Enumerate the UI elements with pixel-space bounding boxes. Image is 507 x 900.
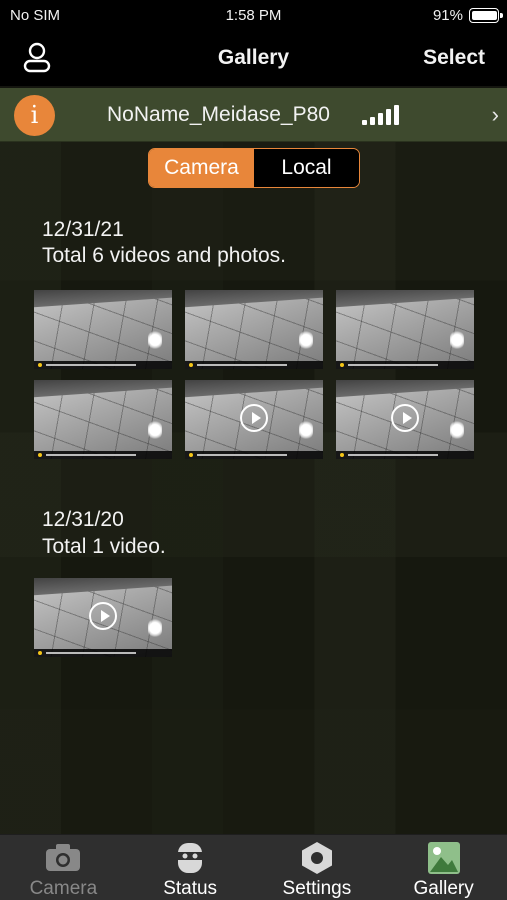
photo-thumbnail[interactable] — [336, 290, 474, 369]
status-bar: No SIM 1:58 PM 91% — [0, 0, 507, 32]
battery-icon — [469, 8, 503, 23]
tab-bar: Camera Status Settings Gallery — [0, 834, 507, 900]
segment-camera[interactable]: Camera — [149, 149, 254, 187]
photo-thumbnail[interactable] — [34, 380, 172, 459]
group-date: 12/31/20 — [42, 508, 124, 531]
group-date: 12/31/21 — [42, 218, 124, 241]
group-total: Total 6 videos and photos. — [42, 244, 287, 267]
status-icon — [178, 843, 203, 873]
source-segmented-control: Camera Local — [148, 148, 360, 188]
camera-icon — [46, 844, 81, 871]
tab-gallery[interactable]: Gallery — [380, 835, 507, 900]
device-bar[interactable]: i NoName_Meidase_P80 › — [0, 88, 507, 142]
tab-status[interactable]: Status — [127, 835, 254, 900]
photo-thumbnail[interactable] — [34, 290, 172, 369]
video-thumbnail[interactable] — [185, 380, 323, 459]
chevron-right-icon[interactable]: › — [492, 102, 499, 128]
group-total: Total 1 video. — [42, 535, 166, 558]
play-icon — [89, 602, 117, 630]
settings-icon — [301, 842, 332, 874]
video-thumbnail[interactable] — [336, 380, 474, 459]
tab-label: Status — [163, 878, 218, 899]
device-name: NoName_Meidase_P80 — [107, 103, 330, 126]
tab-label: Camera — [29, 878, 98, 899]
signal-strength-icon — [362, 103, 402, 125]
select-button[interactable]: Select — [423, 46, 485, 70]
photo-thumbnail[interactable] — [185, 290, 323, 369]
segment-local[interactable]: Local — [254, 149, 359, 187]
tab-settings[interactable]: Settings — [254, 835, 381, 900]
gallery-icon — [427, 842, 460, 874]
play-icon — [240, 404, 268, 432]
clock: 1:58 PM — [225, 7, 282, 24]
battery-percent: 91% — [432, 7, 463, 24]
tab-label: Gallery — [413, 878, 474, 899]
tab-camera[interactable]: Camera — [0, 835, 127, 900]
info-icon[interactable]: i — [14, 95, 55, 136]
nav-bar: Gallery Select — [0, 32, 507, 86]
play-icon — [391, 404, 419, 432]
tab-label: Settings — [282, 878, 352, 899]
video-thumbnail[interactable] — [34, 578, 172, 657]
